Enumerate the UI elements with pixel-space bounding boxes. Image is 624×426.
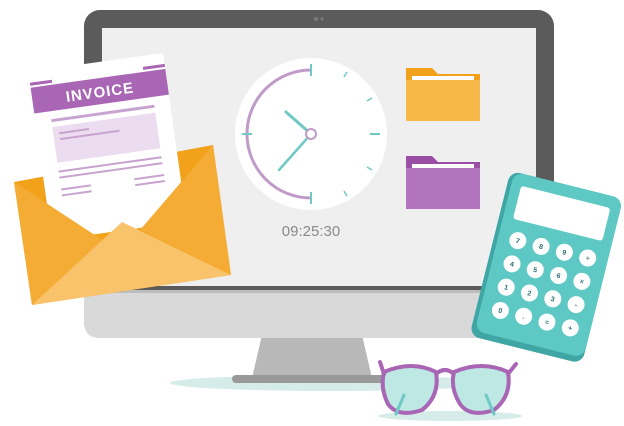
glasses-icon (378, 360, 522, 421)
monitor-stand-neck (252, 335, 372, 378)
folder-orange-front (406, 80, 480, 121)
glasses-bridge (434, 368, 456, 376)
monitor-stand-base (232, 375, 392, 383)
folder-icon (406, 68, 480, 121)
illustration-canvas: 09:25:30 INVOICE 789÷456×123-0.=+ (14, 10, 621, 421)
glasses-arm-left (378, 360, 386, 376)
glasses-left-lens (380, 364, 439, 415)
camera-dot (314, 17, 318, 21)
clock-center (305, 128, 317, 140)
glasses-right-lens (450, 364, 511, 415)
clock-time-label: 09:25:30 (282, 223, 340, 240)
camera-dot-2 (320, 17, 324, 21)
folder-purple-front (406, 168, 480, 209)
glasses-arm-right (506, 362, 518, 376)
clock-icon (235, 58, 387, 210)
folder-icon (406, 156, 480, 209)
